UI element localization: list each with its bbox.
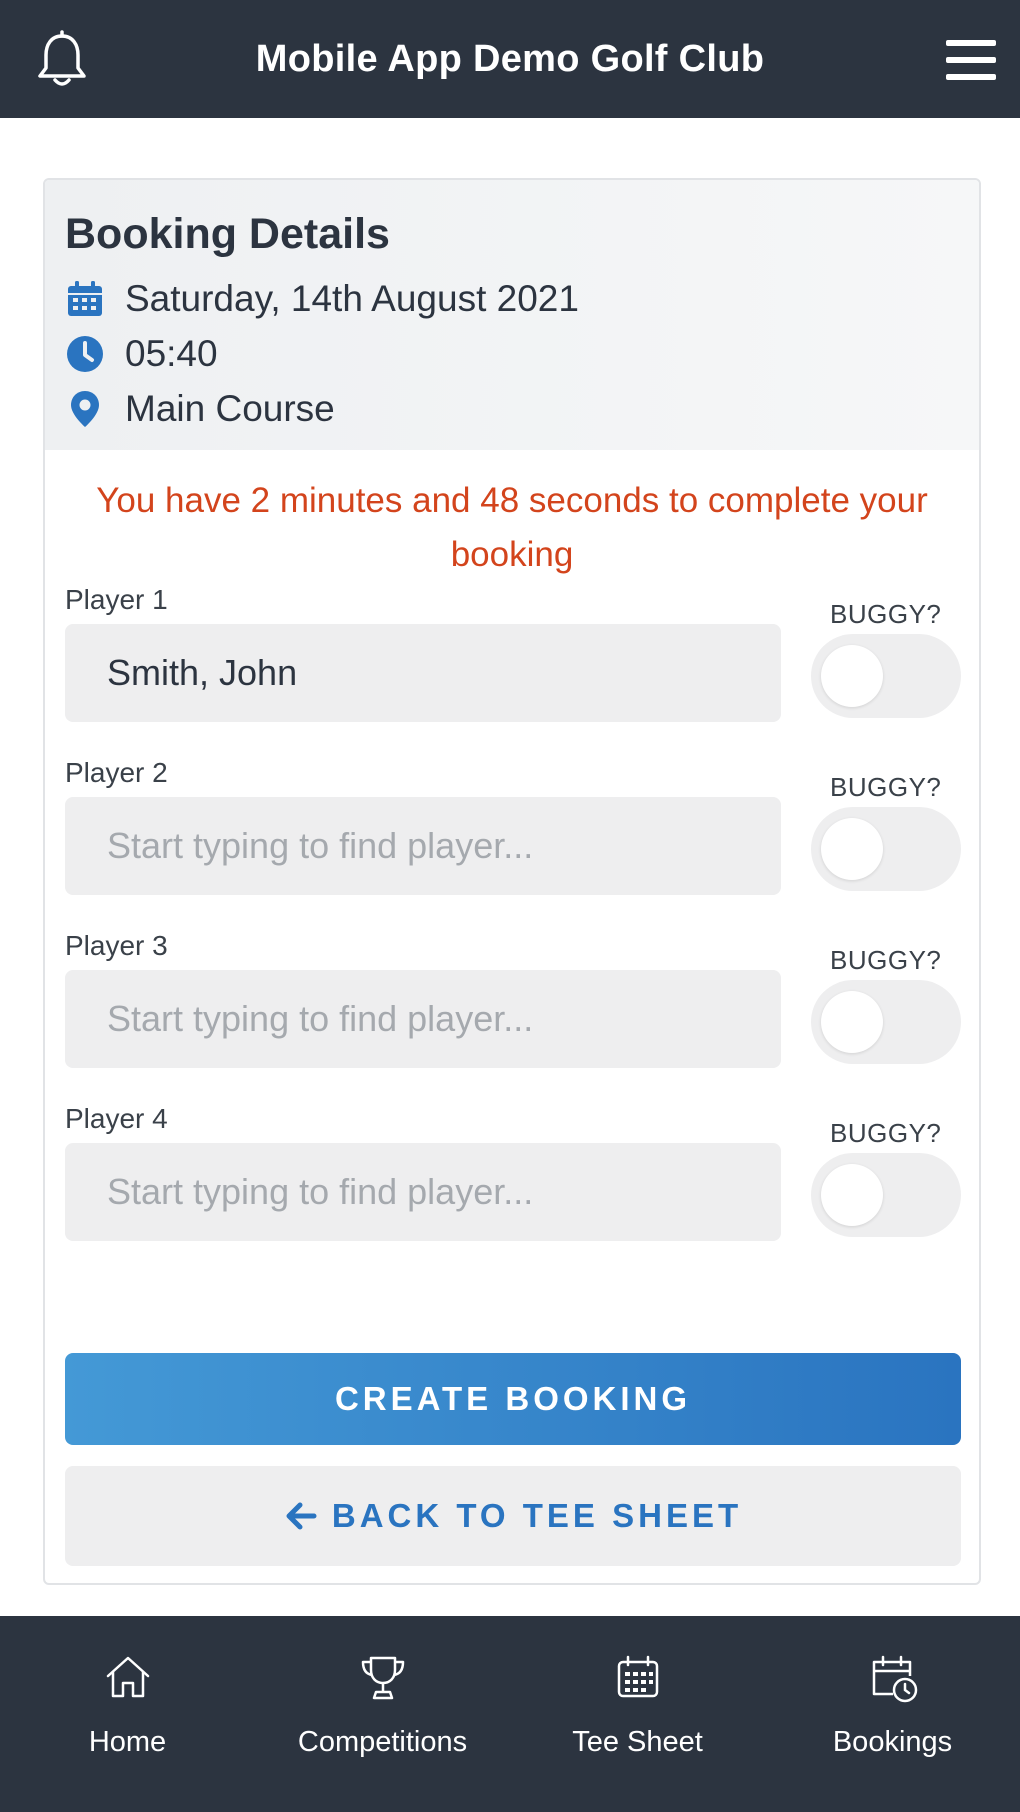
- calendar-grid-icon: [617, 1655, 658, 1698]
- booking-date: Saturday, 14th August 2021: [125, 277, 579, 319]
- player-row-3: Player 3 BUGGY?: [45, 930, 979, 1103]
- player-4-input[interactable]: [65, 1143, 781, 1241]
- buggy-label: BUGGY?: [830, 599, 942, 629]
- booking-date-row: Saturday, 14th August 2021: [65, 271, 959, 326]
- player-label: Player 1: [65, 584, 168, 615]
- player-3-input[interactable]: [65, 970, 781, 1068]
- toggle-knob: [821, 645, 883, 707]
- player-3-buggy-toggle[interactable]: [811, 980, 961, 1064]
- tab-label: Competitions: [297, 1726, 468, 1758]
- tab-home[interactable]: Home: [0, 1616, 255, 1812]
- arrow-left-icon: [286, 1502, 317, 1530]
- player-row-4: Player 4 BUGGY?: [45, 1103, 979, 1276]
- buggy-label: BUGGY?: [830, 945, 942, 975]
- player-1-buggy-toggle[interactable]: [811, 634, 961, 718]
- bell-icon[interactable]: [34, 30, 90, 90]
- booking-time: 05:40: [125, 332, 218, 374]
- back-to-tee-sheet-button[interactable]: BACK TO TEE SHEET: [65, 1466, 961, 1566]
- page-title: Mobile App Demo Golf Club: [255, 37, 765, 80]
- tab-tee-sheet[interactable]: Tee Sheet: [510, 1616, 765, 1812]
- calendar-icon: [68, 280, 102, 316]
- app-header: Mobile App Demo Golf Club: [0, 0, 1020, 118]
- player-4-buggy-toggle[interactable]: [811, 1153, 961, 1237]
- player-2-input[interactable]: [65, 797, 781, 895]
- tab-competitions[interactable]: Competitions: [255, 1616, 510, 1812]
- booking-timer-message: You have 2 minutes and 48 seconds to com…: [96, 481, 928, 574]
- booking-card: Booking Details Saturday, 14th August 20…: [43, 178, 981, 1585]
- bottom-tab-bar: Home Competitions Tee Sheet Bookings: [0, 1616, 1020, 1812]
- buggy-label: BUGGY?: [830, 1118, 942, 1148]
- tab-label: Tee Sheet: [572, 1726, 703, 1758]
- player-label: Player 4: [65, 1103, 168, 1134]
- booking-course-row: Main Course: [65, 381, 959, 436]
- booking-course: Main Course: [125, 387, 335, 429]
- toggle-knob: [821, 818, 883, 880]
- tab-bookings[interactable]: Bookings: [765, 1616, 1020, 1812]
- location-pin-icon: [71, 390, 99, 427]
- tab-label: Bookings: [832, 1726, 953, 1758]
- player-2-buggy-toggle[interactable]: [811, 807, 961, 891]
- player-1-input[interactable]: [65, 624, 781, 722]
- back-to-tee-sheet-label: BACK TO TEE SHEET: [331, 1497, 743, 1534]
- booking-details-heading: Booking Details: [65, 210, 390, 258]
- player-row-1: Player 1 BUGGY?: [45, 584, 979, 757]
- booking-time-row: 05:40: [65, 326, 959, 381]
- hamburger-menu-icon[interactable]: [946, 38, 996, 82]
- home-icon: [106, 1656, 149, 1698]
- booking-details-section: Booking Details Saturday, 14th August 20…: [45, 180, 979, 450]
- player-label: Player 2: [65, 757, 168, 788]
- buggy-label: BUGGY?: [830, 772, 942, 802]
- calendar-clock-icon: [872, 1655, 917, 1703]
- player-row-2: Player 2 BUGGY?: [45, 757, 979, 930]
- clock-icon: [67, 335, 103, 372]
- tab-label: Home: [88, 1726, 167, 1758]
- toggle-knob: [821, 1164, 883, 1226]
- trophy-icon: [361, 1656, 404, 1700]
- toggle-knob: [821, 991, 883, 1053]
- player-label: Player 3: [65, 930, 168, 961]
- create-booking-button[interactable]: CREATE BOOKING: [65, 1353, 961, 1445]
